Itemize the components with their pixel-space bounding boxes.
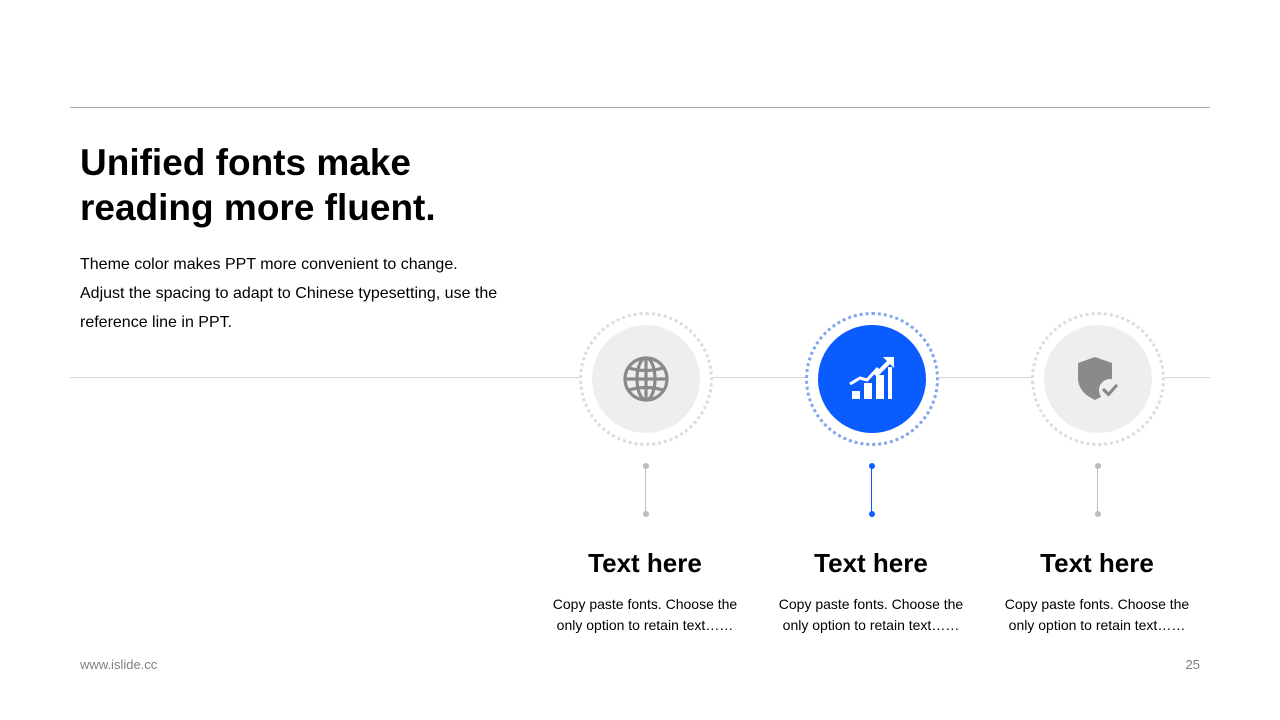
slide-title: Unified fonts make reading more fluent.: [80, 140, 540, 230]
feature-item-1: Text here Copy paste fonts. Choose the o…: [525, 310, 765, 650]
connector-dot: [1095, 463, 1101, 469]
body-line: reference line in PPT.: [80, 314, 233, 331]
slide-title-line: reading more fluent.: [80, 187, 436, 228]
feature-description: Copy paste fonts. Choose the only option…: [552, 596, 738, 633]
connector-dot: [643, 463, 649, 469]
feature-item-3: Text here Copy paste fonts. Choose the o…: [977, 310, 1217, 650]
connector-line: [871, 468, 872, 513]
slide-title-line: Unified fonts make: [80, 142, 411, 183]
feature-description: Copy paste fonts. Choose the only option…: [1004, 596, 1190, 633]
top-divider: [70, 107, 1210, 108]
feature-title: Text here: [1040, 548, 1154, 578]
connector-dot: [869, 463, 875, 469]
slide-body-text: Theme color makes PPT more convenient to…: [80, 250, 520, 337]
connector-line: [645, 468, 646, 513]
page-number: 25: [1185, 657, 1200, 672]
feature-disc: [1044, 325, 1152, 433]
feature-disc: [818, 325, 926, 433]
connector-line: [1097, 468, 1098, 513]
feature-title: Text here: [588, 548, 702, 578]
slide: Unified fonts make reading more fluent. …: [0, 0, 1280, 720]
connector-dot: [869, 511, 875, 517]
footer-url: www.islide.cc: [80, 657, 158, 672]
globe-icon: [623, 356, 669, 402]
growth-chart-icon: [849, 357, 894, 399]
feature-item-2: Text here Copy paste fonts. Choose the o…: [751, 310, 991, 650]
feature-description: Copy paste fonts. Choose the only option…: [778, 596, 964, 633]
body-line: Adjust the spacing to adapt to Chinese t…: [80, 285, 498, 302]
feature-disc: [592, 325, 700, 433]
shield-check-icon: [1078, 357, 1121, 401]
feature-title: Text here: [814, 548, 928, 578]
connector-dot: [643, 511, 649, 517]
body-line: Theme color makes PPT more convenient to…: [80, 256, 458, 273]
connector-dot: [1095, 511, 1101, 517]
